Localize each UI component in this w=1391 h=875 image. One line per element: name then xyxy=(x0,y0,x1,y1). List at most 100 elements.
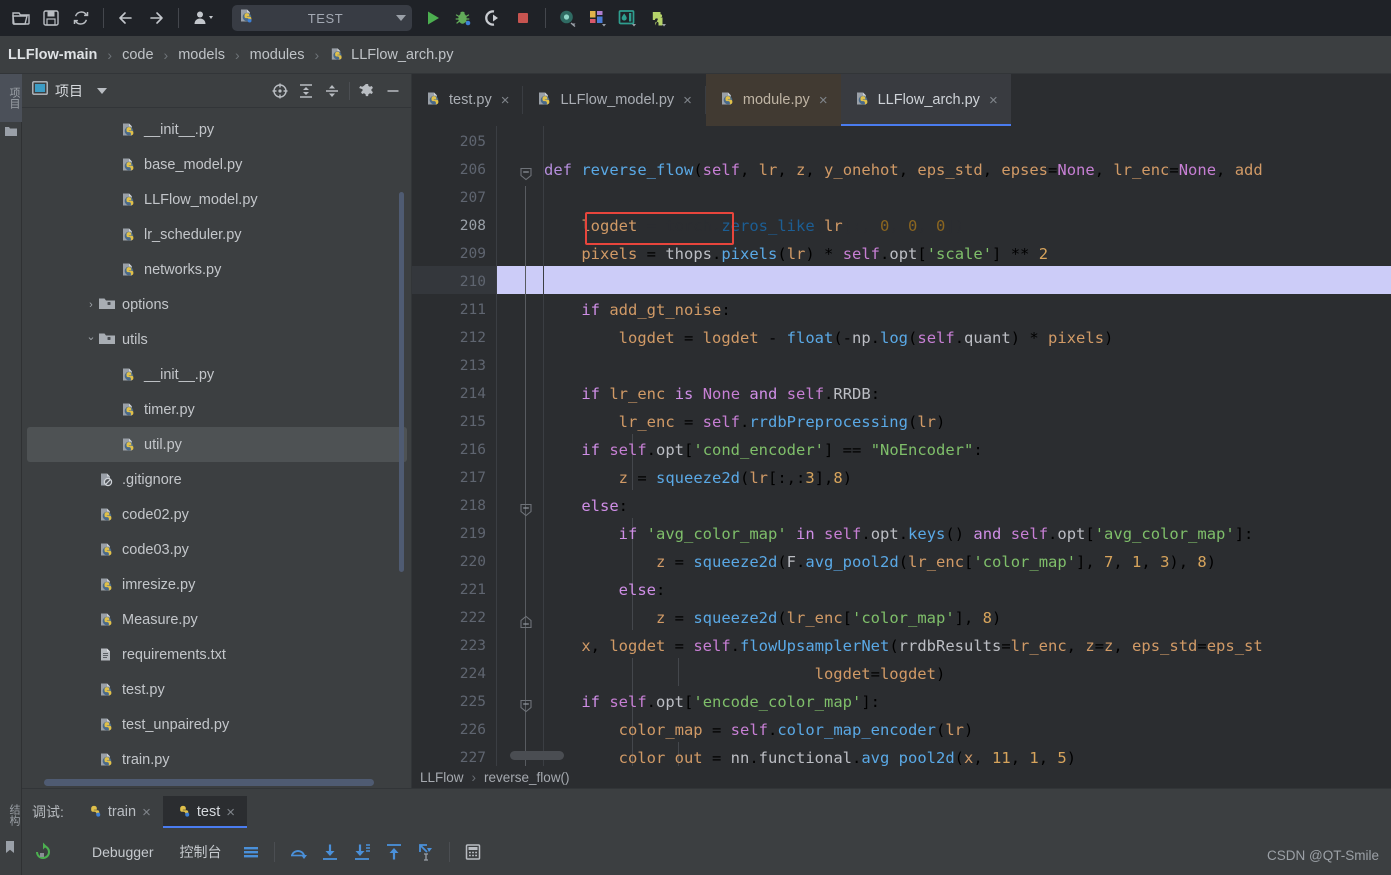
search-everywhere-icon[interactable] xyxy=(553,3,583,33)
breadcrumb-item-file[interactable]: LLFlow_arch.py xyxy=(329,46,453,63)
hide-panel-icon[interactable] xyxy=(380,78,406,104)
debugger-button[interactable]: Debugger xyxy=(80,844,166,860)
editor-breadcrumb-class[interactable]: LLFlow xyxy=(420,770,464,785)
bookmark-icon[interactable] xyxy=(4,840,18,853)
code-line[interactable]: return score_real xyxy=(544,126,787,128)
code-line[interactable]: lr_enc = self.rrdbPreprocessing(lr) xyxy=(544,408,946,436)
tree-item-test-py[interactable]: test.py xyxy=(22,672,412,707)
tree-item--init-py[interactable]: __init__.py xyxy=(22,112,412,147)
source-code-text[interactable]: return score_realdef reverse_flow(self, … xyxy=(544,126,1391,766)
code-line[interactable]: if self.opt['encode_color_map']: xyxy=(544,688,880,716)
tree-item-timer-py[interactable]: timer.py xyxy=(22,392,412,427)
console-button[interactable]: 控制台 xyxy=(168,842,234,862)
plugin-puzzle-icon[interactable] xyxy=(643,3,673,33)
tree-item-networks-py[interactable]: networks.py xyxy=(22,252,412,287)
rerun-icon[interactable] xyxy=(28,837,58,867)
editor-breadcrumb-method[interactable]: reverse_flow() xyxy=(484,770,570,785)
debug-tab-train[interactable]: train × xyxy=(74,796,163,828)
expand-all-icon[interactable] xyxy=(293,78,319,104)
editor-tab-bar[interactable]: test.py × LLFlow_model.py × module.py × LLFlow… xyxy=(412,74,1391,126)
code-line[interactable]: color_map = self.color_map_encoder(lr) xyxy=(544,716,974,744)
close-icon[interactable]: × xyxy=(501,92,510,109)
chevron-down-icon[interactable] xyxy=(97,87,107,94)
sidebar-item-structure[interactable]: 结构 xyxy=(0,792,22,838)
code-viewport[interactable]: 2042052062072082092102112122132142152162… xyxy=(412,126,1391,766)
fold-marker-end[interactable] xyxy=(519,615,532,629)
code-line[interactable]: color_out = nn.functional.avg_pool2d(x, … xyxy=(544,744,1076,766)
step-into-icon[interactable] xyxy=(315,837,345,867)
update-project-icon[interactable] xyxy=(186,3,224,33)
tree-item-base-model-py[interactable]: base_model.py xyxy=(22,147,412,182)
layout-grid-icon[interactable] xyxy=(583,3,613,33)
code-line[interactable]: if add_gt_noise: xyxy=(544,296,730,324)
code-line[interactable]: if lr_enc is None and self.RRDB: xyxy=(544,380,880,408)
tree-item--gitignore[interactable]: .gitignore xyxy=(22,462,412,497)
bookmark-folder-icon[interactable] xyxy=(4,124,18,136)
code-line[interactable]: z = squeeze2d(F.avg_pool2d(lr_enc['color… xyxy=(544,548,1216,576)
breadcrumb-item-root[interactable]: LLFlow-main xyxy=(8,47,97,63)
code-line[interactable]: def reverse_flow(self, lr, z, y_onehot, … xyxy=(544,156,1263,184)
debug-button[interactable] xyxy=(448,3,478,33)
run-coverage-button[interactable] xyxy=(478,3,508,33)
step-out-icon[interactable] xyxy=(379,837,409,867)
tree-item-train-py[interactable]: train.py xyxy=(22,742,412,777)
run-button[interactable] xyxy=(418,3,448,33)
collapse-all-icon[interactable] xyxy=(319,78,345,104)
force-step-into-icon[interactable] xyxy=(347,837,377,867)
tree-item-util-py[interactable]: util.py xyxy=(27,427,407,462)
project-tree-horizontal-scrollbar[interactable] xyxy=(44,779,374,786)
tree-item-code03-py[interactable]: code03.py xyxy=(22,532,412,567)
debug-tab-test[interactable]: test × xyxy=(162,796,248,828)
tree-item-lr-scheduler-py[interactable]: lr_scheduler.py xyxy=(22,217,412,252)
close-icon[interactable]: × xyxy=(683,92,692,109)
fold-marker-collapse[interactable] xyxy=(519,699,532,713)
code-line[interactable]: logdet = logdet - float(-np.log(self.qua… xyxy=(544,324,1114,352)
code-line[interactable]: else: xyxy=(544,492,628,520)
tree-item-test-unpaired-py[interactable]: test_unpaired.py xyxy=(22,707,412,742)
editor-horizontal-scrollbar[interactable] xyxy=(510,751,564,760)
sidebar-item-project[interactable]: 项目 xyxy=(0,74,22,122)
save-icon[interactable] xyxy=(36,3,66,33)
editor-tab-llflow-model-py[interactable]: LLFlow_model.py × xyxy=(523,74,704,126)
run-to-cursor-icon[interactable] xyxy=(411,837,441,867)
code-line[interactable]: if self.opt['cond_encoder'] == "NoEncode… xyxy=(544,436,982,464)
evaluate-expression-icon[interactable] xyxy=(458,837,488,867)
tree-item-utils[interactable]: ⌄ utils xyxy=(22,322,412,357)
tree-item-options[interactable]: › options xyxy=(22,287,412,322)
code-line[interactable]: z = squeeze2d(lr[:,:3],8) xyxy=(544,464,852,492)
stop-button[interactable] xyxy=(508,3,538,33)
gear-icon[interactable] xyxy=(354,78,380,104)
code-line[interactable]: else: xyxy=(544,576,666,604)
fold-marker-collapse[interactable] xyxy=(519,167,532,181)
code-line[interactable]: x, logdet = self.flowUpsamplerNet(rrdbRe… xyxy=(544,632,1262,660)
tree-item-code02-py[interactable]: code02.py xyxy=(22,497,412,532)
bottom-panel-splitter[interactable] xyxy=(22,788,1391,789)
mute-breakpoints-icon[interactable] xyxy=(236,837,266,867)
close-icon[interactable]: × xyxy=(819,92,828,109)
tree-item-requirements-txt[interactable]: requirements.txt xyxy=(22,637,412,672)
editor-tab-llflow-arch-py[interactable]: LLFlow_arch.py × xyxy=(840,74,1011,126)
sync-icon[interactable] xyxy=(66,3,96,33)
database-icon[interactable] xyxy=(613,3,643,33)
code-line[interactable]: logdet=logdet) xyxy=(544,660,946,688)
code-line[interactable]: pixels = thops.pixels(lr) * self.opt['sc… xyxy=(544,240,1048,268)
tree-item-llflow-model-py[interactable]: LLFlow_model.py xyxy=(22,182,412,217)
open-folder-icon[interactable] xyxy=(6,3,36,33)
step-over-icon[interactable] xyxy=(283,837,313,867)
breadcrumb-item-code[interactable]: code xyxy=(122,47,153,63)
tree-item-measure-py[interactable]: Measure.py xyxy=(22,602,412,637)
editor-tab-test-py[interactable]: test.py × xyxy=(412,74,522,126)
tree-expand-arrow-icon[interactable]: › xyxy=(84,299,98,311)
fold-marker-collapse[interactable] xyxy=(519,503,532,517)
code-line[interactable]: if 'avg_color_map' in self.opt.keys() an… xyxy=(544,520,1254,548)
forward-arrow-icon[interactable] xyxy=(141,3,171,33)
close-icon[interactable]: × xyxy=(142,804,151,821)
editor-fold-column[interactable] xyxy=(496,126,544,766)
code-line[interactable]: logdet = torch.zeros_like(lr[:, 0, 0, 0]… xyxy=(544,212,964,240)
code-line[interactable]: z = squeeze2d(lr_enc['color_map'], 8) xyxy=(544,604,1001,632)
run-configuration-selector[interactable]: TEST xyxy=(232,5,412,31)
tree-expand-arrow-icon[interactable]: ⌄ xyxy=(84,330,98,343)
chevron-down-icon[interactable] xyxy=(396,15,406,21)
project-tree-vertical-scrollbar[interactable] xyxy=(399,192,404,572)
close-icon[interactable]: × xyxy=(989,92,998,109)
